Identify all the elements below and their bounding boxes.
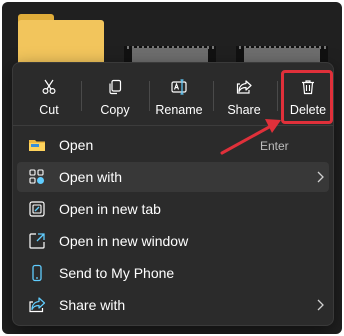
cut-button[interactable]: Cut (19, 69, 79, 121)
menu-item-label: Open in new tab (59, 201, 161, 217)
rename-label: Rename (155, 103, 203, 117)
chevron-right-icon (317, 171, 324, 183)
menu-divider (13, 125, 333, 126)
copy-button[interactable]: Copy (85, 69, 145, 121)
delete-highlight-box (281, 70, 333, 124)
share-icon (236, 80, 252, 94)
menu-item-send-to-phone[interactable]: Send to My Phone (17, 258, 329, 288)
share-label: Share (227, 103, 261, 117)
menu-item-label: Open in new window (59, 233, 189, 249)
context-menu-toolbar: Cut Copy Rename Share Delete (13, 63, 333, 124)
menu-item-label: Open (59, 137, 94, 153)
cut-label: Cut (39, 103, 59, 117)
copy-label: Copy (100, 103, 130, 117)
file-thumbnails (2, 2, 342, 70)
folder-icon (29, 140, 45, 151)
apps-icon (29, 169, 44, 184)
share-button[interactable]: Share (214, 69, 274, 121)
menu-item-open-with[interactable]: Open with (17, 162, 329, 192)
explorer-window: Cut Copy Rename Share Delete Open Enter … (2, 2, 342, 334)
toolbar-separator (81, 81, 82, 111)
chevron-right-icon (317, 299, 324, 311)
share-with-icon (29, 297, 46, 313)
shortcut-text: Enter (260, 139, 289, 153)
menu-item-label: Share with (59, 297, 126, 313)
new-window-icon (29, 233, 45, 249)
menu-item-label: Open with (59, 169, 123, 185)
menu-item-open-new-window[interactable]: Open in new window (17, 226, 329, 256)
new-tab-icon (29, 201, 45, 217)
phone-icon (32, 264, 42, 282)
menu-item-open-new-tab[interactable]: Open in new tab (17, 194, 329, 224)
menu-item-label: Send to My Phone (59, 265, 175, 281)
rename-icon (171, 79, 187, 95)
scissors-icon (42, 79, 56, 95)
rename-button[interactable]: Rename (149, 69, 209, 121)
context-menu: Cut Copy Rename Share Delete Open Enter … (12, 62, 334, 326)
menu-item-share-with[interactable]: Share with (17, 290, 329, 320)
menu-item-open[interactable]: Open Enter (17, 130, 329, 160)
copy-icon (109, 79, 122, 95)
